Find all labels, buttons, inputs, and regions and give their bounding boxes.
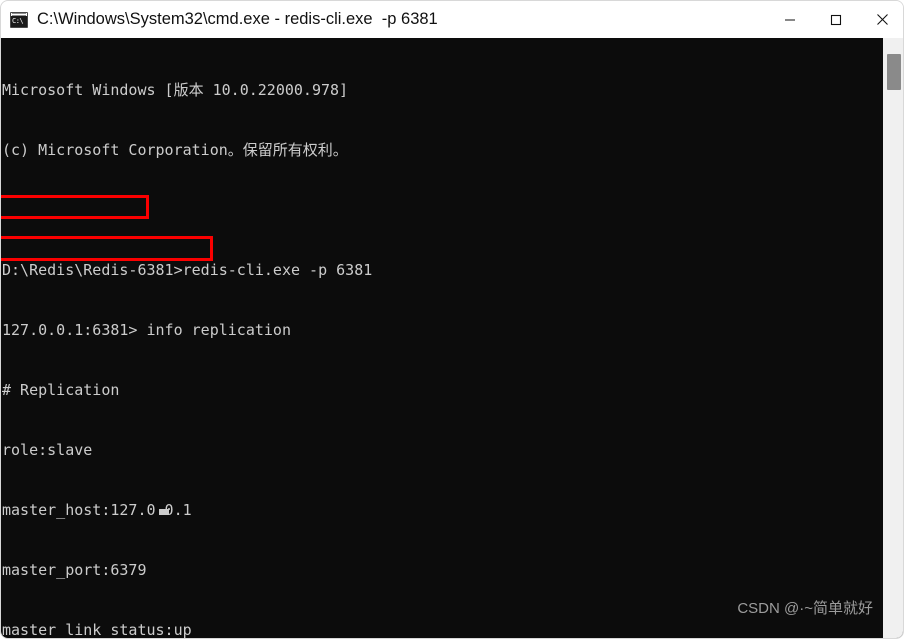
cmd-app-icon-label: C:\ <box>11 15 27 27</box>
console-line-master-port: master_port:6379 <box>2 561 147 579</box>
console-line-role: role:slave <box>2 441 93 459</box>
console-line: # Replication <box>2 381 120 399</box>
close-icon <box>876 14 888 25</box>
maximize-icon <box>830 14 842 25</box>
console-line: D:\Redis\Redis-6381>redis-cli.exe -p 638… <box>2 261 373 279</box>
maximize-button[interactable] <box>813 1 859 38</box>
console-line: (c) Microsoft Corporation。保留所有权利。 <box>2 141 348 159</box>
console-line: 127.0.0.1:6381> info replication <box>2 321 291 339</box>
minimize-button[interactable] <box>767 1 813 38</box>
console-output-area[interactable]: Microsoft Windows [版本 10.0.22000.978] (c… <box>1 38 903 639</box>
console-scrollbar[interactable] <box>883 38 903 638</box>
console-line: master_link_status:up <box>2 621 192 639</box>
console-text-buffer: Microsoft Windows [版本 10.0.22000.978] (c… <box>1 40 873 639</box>
console-scrollbar-thumb[interactable] <box>887 54 901 90</box>
console-line: master_host:127.0.0.1 <box>2 501 192 519</box>
csdn-watermark: CSDN @·~简单就好 <box>737 600 873 617</box>
console-cursor <box>159 509 169 515</box>
console-line: Microsoft Windows [版本 10.0.22000.978] <box>2 81 349 99</box>
close-button[interactable] <box>859 1 903 38</box>
window-title: C:\Windows\System32\cmd.exe - redis-cli.… <box>37 10 438 28</box>
title-bar[interactable]: C:\ C:\Windows\System32\cmd.exe - redis-… <box>1 1 903 38</box>
cmd-window: C:\ C:\Windows\System32\cmd.exe - redis-… <box>0 0 904 639</box>
minimize-icon <box>785 18 795 21</box>
cmd-app-icon: C:\ <box>10 11 28 28</box>
